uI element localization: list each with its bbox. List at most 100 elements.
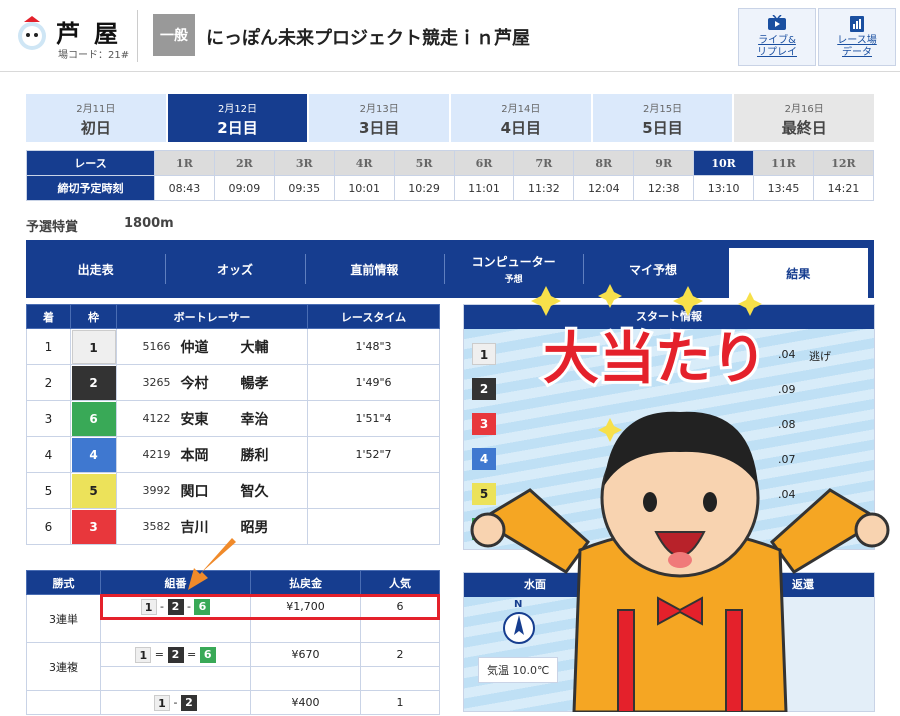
rank-cell: 5 (26, 472, 71, 509)
reg-number: 4122 (116, 400, 177, 437)
combo-frame: 2 (167, 646, 184, 663)
rank-cell: 3 (26, 400, 71, 437)
cheering-person-illustration: 大当たり (470, 284, 890, 714)
venue-mascot-logo (18, 16, 46, 50)
tab-entry-list[interactable]: 出走表 (26, 240, 165, 298)
day-date: 2月13日 (359, 104, 399, 115)
frame-badge: 6 (71, 401, 116, 436)
race-link-7r[interactable]: 7R (513, 150, 575, 176)
frame-badge: 1 (71, 329, 116, 364)
deadline-time: 11:32 (513, 175, 575, 201)
header-divider (137, 10, 138, 62)
venue-code: 場コード：21# (58, 50, 130, 61)
day-tab-6[interactable]: 2月16日 最終日 (734, 94, 875, 142)
racer-given-name: 智久 (240, 483, 269, 500)
empty-cell (360, 666, 440, 691)
col-header-frame: 枠 (70, 304, 117, 329)
bet-type-cell: 3連単 (26, 594, 101, 643)
racer-given-name: 大輔 (240, 339, 269, 356)
combo-frame: 2 (180, 694, 197, 711)
deadline-time: 09:35 (273, 175, 335, 201)
racer-given-name: 勝利 (240, 447, 269, 464)
race-link-2r[interactable]: 2R (213, 150, 275, 176)
tv-icon (768, 15, 786, 30)
rank-cell: 1 (26, 328, 71, 365)
racer-name[interactable]: 安東 幸治 (176, 400, 308, 437)
reg-number: 3265 (116, 364, 177, 401)
race-link-8r[interactable]: 8R (573, 150, 635, 176)
race-link-11r[interactable]: 11R (753, 150, 814, 176)
racer-surname: 安東 (180, 411, 209, 428)
day-tab-1[interactable]: 2月11日 初日 (26, 94, 168, 142)
race-schedule-table: レース 1R 2R 3R 4R 5R 6R 7R 8R 9R 10R 11R 1… (26, 150, 875, 201)
racer-name[interactable]: 今村 暢孝 (176, 364, 308, 401)
day-tab-3[interactable]: 2月13日 3日目 (309, 94, 452, 142)
race-title: にっぽん未来プロジェクト競走ｉｎ芦屋 (206, 28, 530, 49)
reg-number: 3992 (116, 472, 177, 509)
race-link-6r[interactable]: 6R (453, 150, 515, 176)
race-link-12r[interactable]: 12R (812, 150, 875, 176)
race-type: 予選特賞 (26, 220, 79, 235)
day-label: 2日目 (217, 119, 258, 137)
site-header: 芦屋 場コード：21# 一般 にっぽん未来プロジェクト競走ｉｎ芦屋 ライブ& リ… (0, 0, 900, 72)
race-link-3r[interactable]: 3R (273, 150, 335, 176)
col-header-racer: ボートレーサー (116, 304, 308, 329)
day-label: 5日目 (642, 119, 683, 137)
racer-name[interactable]: 仲道 大輔 (176, 328, 308, 365)
frame-cell: 6 (70, 400, 117, 437)
frame-badge: 4 (71, 437, 116, 472)
frame-cell: 3 (70, 508, 117, 545)
racer-surname: 仲道 (180, 339, 209, 356)
frame-badge: 3 (71, 509, 116, 544)
jackpot-text: 大当たり (543, 327, 767, 392)
racer-name[interactable]: 関口 智久 (176, 472, 308, 509)
rank-cell: 2 (26, 364, 71, 401)
deadline-time: 09:09 (213, 175, 275, 201)
race-distance: 1800m (124, 216, 174, 231)
table-row: 3連複 1 = 2 = 6 ¥670 2 (26, 642, 440, 691)
venue-data-label: レース場 データ (837, 35, 877, 58)
day-label: 最終日 (781, 119, 827, 137)
racer-surname: 吉川 (180, 519, 209, 536)
empty-cell (250, 618, 361, 643)
race-link-9r[interactable]: 9R (633, 150, 695, 176)
day-date: 2月14日 (501, 104, 541, 115)
race-time-cell: 1'51"4 (307, 400, 440, 437)
tab-label: コンピューター (471, 255, 556, 269)
tab-label: マイ予想 (628, 262, 677, 277)
race-time-cell: 1'49"6 (307, 364, 440, 401)
race-link-5r[interactable]: 5R (393, 150, 455, 176)
chart-icon (850, 16, 864, 32)
deadline-row-header: 締切予定時刻 (26, 175, 155, 201)
popularity-cell: 2 (360, 642, 440, 667)
race-link-10r[interactable]: 10R (693, 150, 755, 176)
tab-pre-race-info[interactable]: 直前情報 (304, 240, 444, 298)
tab-odds[interactable]: オッズ (165, 240, 304, 298)
racer-name[interactable]: 本岡 勝利 (176, 436, 308, 473)
payout-amount: ¥670 (250, 642, 361, 667)
deadline-time: 13:45 (753, 175, 814, 201)
race-link-1r[interactable]: 1R (154, 150, 215, 176)
racer-surname: 今村 (180, 375, 209, 392)
race-time-cell (307, 508, 440, 545)
day-tabs: 2月11日 初日 2月12日 2日目 2月13日 3日目 2月14日 4日目 2月15日… (26, 94, 875, 142)
frame-cell: 2 (70, 364, 117, 401)
day-tab-4[interactable]: 2月14日 4日目 (451, 94, 593, 142)
deadline-time: 12:04 (573, 175, 635, 201)
table-row: 3 6 4122 安東 幸治 1'51"4 (26, 400, 440, 437)
reg-number: 4219 (116, 436, 177, 473)
table-row: 1 - 2 ¥400 1 (26, 690, 440, 715)
combo-separator: - (173, 695, 178, 709)
tab-label: オッズ (216, 262, 253, 277)
live-replay-button[interactable]: ライブ& リプレイ (738, 8, 816, 66)
venue-data-button[interactable]: レース場 データ (818, 8, 896, 66)
table-row: 5 5 3992 関口 智久 (26, 472, 440, 509)
race-link-4r[interactable]: 4R (333, 150, 395, 176)
day-tab-5[interactable]: 2月15日 5日目 (592, 94, 735, 142)
bet-type-cell (26, 690, 101, 715)
combo-frame: 1 (135, 646, 152, 663)
col-header-rank: 着 (26, 304, 71, 329)
venue-name: 芦屋 (56, 20, 132, 48)
day-tab-2[interactable]: 2月12日 2日目 (167, 94, 310, 142)
empty-cell (360, 618, 440, 643)
